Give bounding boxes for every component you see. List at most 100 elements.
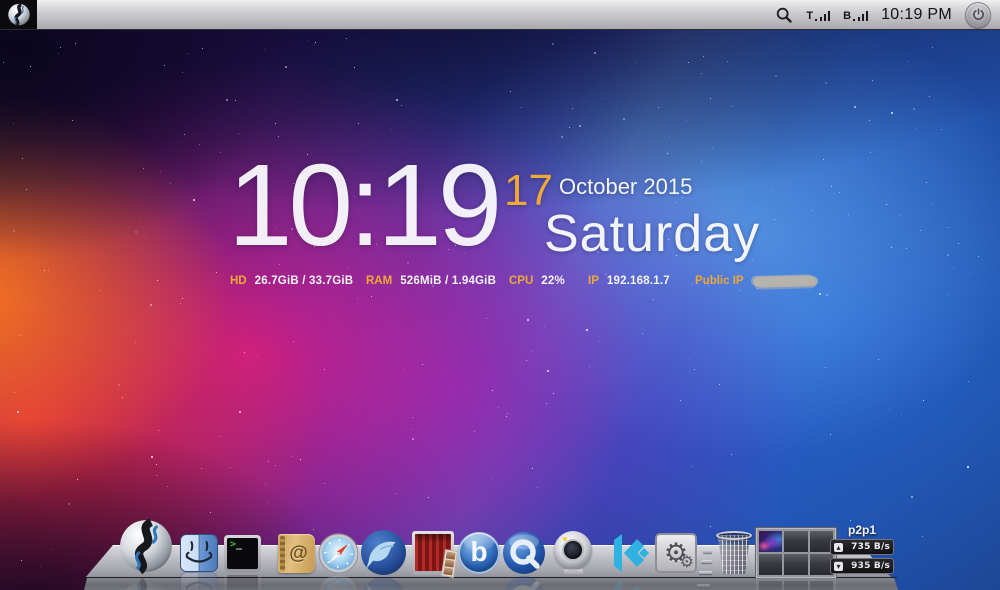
star — [143, 168, 144, 169]
star — [391, 129, 392, 130]
star — [606, 117, 607, 118]
dock-item-safari[interactable] — [318, 533, 359, 574]
star — [544, 326, 545, 327]
stat-hd-label: HD — [230, 275, 247, 287]
star — [823, 159, 824, 160]
workspace-switcher[interactable] — [756, 528, 836, 578]
dock-item-address-book[interactable]: @ @ — [278, 534, 315, 573]
upload-rate-value: 735 B/s — [845, 542, 890, 552]
upload-badge-slot: ▴ 735 B/s — [830, 539, 894, 555]
dock-item-quicktime[interactable] — [502, 531, 546, 575]
webcam-light — [563, 537, 567, 541]
star — [907, 61, 908, 62]
dock-item-thunderbird[interactable] — [360, 529, 407, 576]
download-badge-slot: ▾ 935 B/s ▾ 935 B/s — [830, 558, 894, 574]
star — [719, 384, 720, 385]
star — [151, 456, 153, 458]
star — [915, 128, 916, 129]
tx-dot — [815, 19, 817, 21]
star — [553, 393, 554, 394]
network-tx-indicator[interactable]: T — [806, 9, 830, 21]
star — [691, 466, 692, 467]
top-menubar: T B 10:19 PM — [0, 0, 1000, 30]
stat-ip-value: 192.168.1.7 — [607, 275, 670, 287]
star — [58, 53, 59, 54]
workspace-cell[interactable] — [784, 554, 807, 575]
star — [906, 248, 907, 249]
star — [521, 107, 522, 108]
gear-small-glyph: ⚙ — [680, 555, 694, 571]
star — [2, 393, 3, 394]
dock-item-banshee[interactable]: b b — [458, 532, 500, 574]
star — [201, 468, 202, 469]
star — [561, 136, 563, 138]
power-button[interactable] — [965, 2, 991, 28]
dock-item-solydxk[interactable] — [117, 518, 175, 576]
network-rx-indicator[interactable]: B — [843, 9, 868, 21]
star — [314, 44, 315, 45]
menu-logo-button[interactable] — [0, 0, 37, 29]
upload-arrow-icon: ▴ — [834, 543, 843, 552]
star — [891, 247, 892, 248]
star — [358, 123, 359, 124]
star — [932, 203, 933, 204]
star — [901, 414, 902, 415]
solydxk-logo-icon — [7, 3, 31, 27]
star — [396, 99, 398, 101]
dock-item-terminal[interactable]: >_ >_ — [224, 535, 261, 572]
star — [13, 123, 14, 124]
star — [308, 40, 309, 41]
star — [13, 230, 15, 232]
workspace-cell[interactable] — [759, 554, 782, 575]
star — [264, 49, 265, 50]
star — [44, 270, 45, 271]
workspace-cell[interactable] — [784, 531, 807, 552]
dock-item-finder[interactable] — [180, 534, 218, 572]
download-rate-value: 935 B/s — [845, 561, 890, 571]
star — [268, 502, 269, 503]
stat-ram-value: 526MiB / 1.94GiB — [400, 275, 496, 287]
star — [68, 503, 70, 505]
widget-time: 10:19 — [228, 147, 498, 263]
search-icon[interactable] — [775, 6, 793, 24]
safari-compass-icon — [318, 533, 359, 574]
download-rate-badge: ▾ 935 B/s — [830, 558, 894, 574]
public-ip-redaction-scribble — [752, 275, 814, 287]
star — [275, 123, 276, 124]
star — [184, 134, 185, 135]
star — [901, 470, 902, 471]
star — [601, 98, 602, 99]
dock-item-webcam[interactable] — [552, 531, 595, 576]
kodi-k-icon — [606, 530, 652, 576]
star — [572, 108, 573, 109]
star — [613, 147, 614, 148]
star — [140, 219, 141, 220]
download-arrow-icon: ▾ — [834, 562, 843, 571]
star — [182, 298, 183, 299]
star — [324, 483, 325, 484]
webcam-lens — [564, 541, 582, 559]
widget-weekday: Saturday — [544, 204, 760, 264]
star — [689, 358, 690, 359]
workspace-cell-active[interactable] — [759, 531, 782, 552]
star — [158, 430, 159, 431]
dock-item-settings[interactable]: ⚙ ⚙ ⚙ ⚙ — [655, 533, 697, 573]
star — [569, 127, 570, 128]
star — [239, 411, 241, 413]
star — [300, 459, 301, 460]
star — [20, 335, 21, 336]
star — [688, 62, 689, 63]
webcam-ball — [554, 531, 592, 569]
stat-cpu: CPU 22% — [509, 275, 565, 287]
star — [412, 429, 413, 430]
star — [324, 369, 325, 370]
star — [507, 413, 508, 414]
star — [135, 342, 136, 343]
star — [831, 186, 832, 187]
star — [182, 72, 183, 73]
dock-item-trash[interactable] — [714, 530, 754, 576]
dock-item-movie-theater[interactable] — [412, 531, 454, 575]
dock-item-kodi[interactable] — [606, 530, 652, 576]
star — [412, 417, 413, 418]
star — [118, 384, 120, 386]
